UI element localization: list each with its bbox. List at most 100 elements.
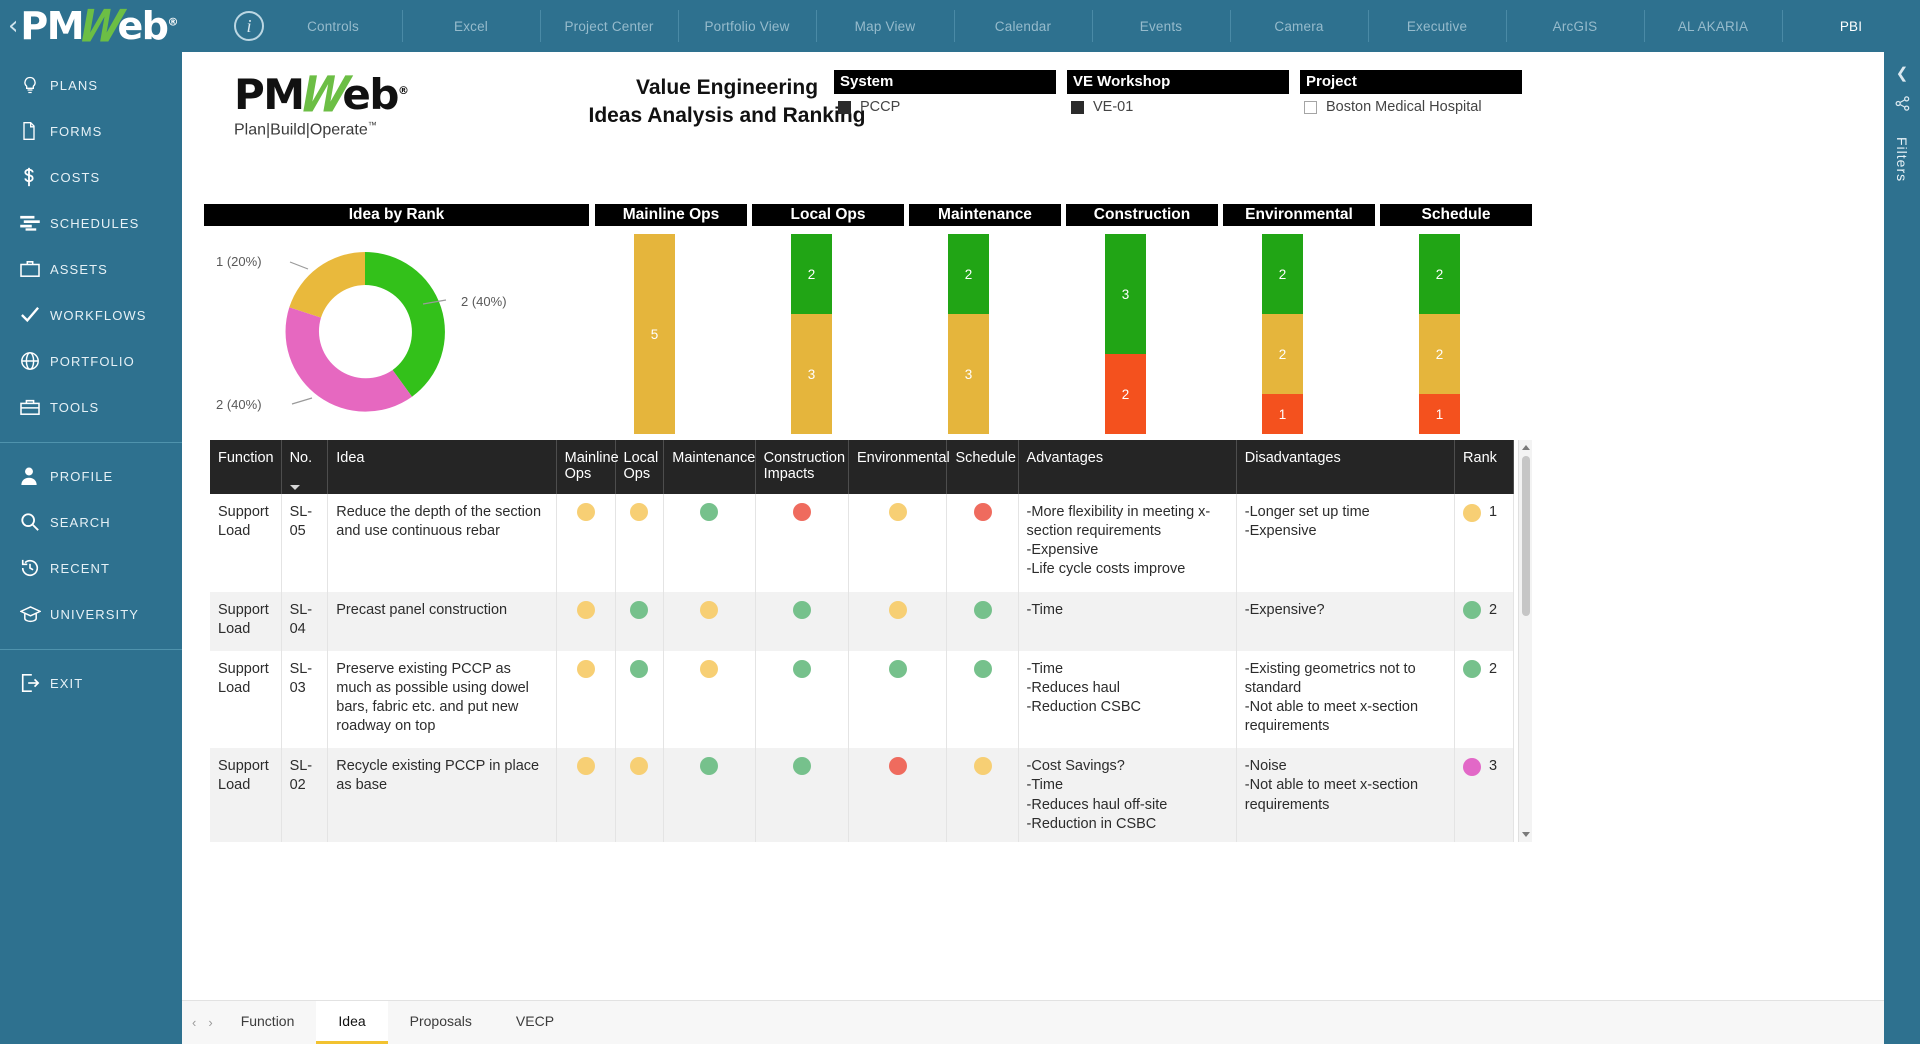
status-dot-yellow	[630, 503, 649, 521]
nav-tab-events[interactable]: Events	[1092, 0, 1230, 52]
sidebar-item-plans[interactable]: PLANS	[0, 62, 182, 108]
bar-segment-value: 3	[1121, 286, 1130, 302]
sidebar-item-tools[interactable]: TOOLS	[0, 384, 182, 430]
sidebar-item-costs[interactable]: COSTS	[0, 154, 182, 200]
share-icon[interactable]	[1895, 96, 1910, 115]
info-icon[interactable]: i	[234, 11, 264, 41]
cell-disadvantages: -Noise -Not able to meet x-section requi…	[1236, 748, 1456, 842]
col-header-advantages[interactable]: Advantages	[1018, 440, 1237, 494]
cell-local-ops	[615, 591, 665, 651]
table-vertical-scrollbar[interactable]	[1518, 440, 1532, 842]
col-header-disadvantages[interactable]: Disadvantages	[1236, 440, 1456, 494]
sidebar-item-profile[interactable]: PROFILE	[0, 453, 182, 499]
rank-dot	[1463, 601, 1482, 620]
sidebar-item-portfolio[interactable]: PORTFOLIO	[0, 338, 182, 384]
bar-chart-mainline-ops[interactable]: 5	[634, 234, 675, 434]
rail-collapse-icon[interactable]: ❮	[1896, 64, 1909, 82]
sidebar-item-search[interactable]: SEARCH	[0, 499, 182, 545]
nav-tab-pbi[interactable]: PBI	[1782, 0, 1920, 52]
cell-maintenance	[663, 591, 756, 651]
pmweb-logo[interactable]: PMWeb®	[20, 0, 178, 52]
col-header-environmental[interactable]: Environmental	[848, 440, 950, 494]
sidebar-item-assets[interactable]: ASSETS	[0, 246, 182, 292]
table-row[interactable]: Support Load SL-04 Precast panel constru…	[210, 591, 1514, 651]
ideas-table-scroll-area[interactable]: Function No. Idea Mainline Ops Local Ops…	[210, 440, 1532, 842]
nav-tab-project-center[interactable]: Project Center	[540, 0, 678, 52]
nav-tab-camera[interactable]: Camera	[1230, 0, 1368, 52]
nav-tab-executive[interactable]: Executive	[1368, 0, 1506, 52]
col-label: Maintenance	[672, 450, 756, 466]
donut-chart-svg	[285, 252, 447, 412]
col-header-no[interactable]: No.	[281, 440, 329, 494]
logo-registered-icon: ®	[167, 15, 178, 29]
filter-ve-workshop-option[interactable]: VE-01	[1067, 94, 1289, 115]
col-header-schedule[interactable]: Schedule	[946, 440, 1019, 494]
report-logo-post: eb	[342, 70, 399, 119]
scroll-down-arrow-icon[interactable]	[1522, 832, 1530, 837]
status-dot-green	[630, 600, 649, 619]
nav-tab-al-akaria[interactable]: AL AKARIA	[1644, 0, 1782, 52]
col-header-construction-impacts[interactable]: Construction Impacts	[755, 440, 850, 494]
filter-project-option[interactable]: Boston Medical Hospital	[1300, 94, 1522, 115]
page-tab-function[interactable]: Function	[219, 1001, 317, 1044]
bar-chart-maintenance[interactable]: 2 3	[948, 234, 989, 434]
sidebar-divider-2	[0, 649, 182, 650]
sidebar-item-exit[interactable]: EXIT	[0, 660, 182, 706]
filters-panel-label[interactable]: Filters	[1894, 137, 1910, 182]
bar-chart-local-ops[interactable]: 2 3	[791, 234, 832, 434]
col-header-maintenance[interactable]: Maintenance	[663, 440, 756, 494]
nav-tab-controls[interactable]: Controls	[264, 0, 402, 52]
sidebar-item-university[interactable]: UNIVERSITY	[0, 591, 182, 637]
page-tab-idea[interactable]: Idea	[316, 1001, 388, 1044]
checkbox-boston-medical-hospital[interactable]	[1304, 100, 1317, 114]
cell-function: Support Load	[210, 591, 282, 651]
bar-segment-yellow: 3	[791, 314, 832, 434]
bar-segment-value: 2	[1121, 386, 1130, 402]
cell-disadvantages: -Existing geometrics not to standard -No…	[1236, 650, 1456, 749]
col-header-mainline-ops[interactable]: Mainline Ops	[556, 440, 619, 494]
next-page-icon[interactable]: ›	[208, 1015, 212, 1030]
col-header-local-ops[interactable]: Local Ops	[615, 440, 665, 494]
page-tab-proposals[interactable]: Proposals	[388, 1001, 494, 1044]
table-row[interactable]: Support Load SL-05 Reduce the depth of t…	[210, 494, 1514, 592]
nav-tab-calendar[interactable]: Calendar	[954, 0, 1092, 52]
bar-chart-construction[interactable]: 3 2	[1105, 234, 1146, 434]
scroll-up-arrow-icon[interactable]	[1522, 445, 1530, 450]
sidebar-item-forms[interactable]: FORMS	[0, 108, 182, 154]
nav-tab-portfolio-view[interactable]: Portfolio View	[678, 0, 816, 52]
sidebar-item-recent[interactable]: RECENT	[0, 545, 182, 591]
page-tab-vecp[interactable]: VECP	[494, 1001, 576, 1044]
cell-mainline-ops	[556, 494, 616, 592]
report-canvas: PMWeb® Plan|Build|Operate™ Value Enginee…	[182, 52, 1884, 1044]
section-bar-label: Local Ops	[790, 206, 866, 223]
col-header-function[interactable]: Function	[210, 440, 282, 494]
donut-chart-idea-by-rank[interactable]: 2 (40%) 1 (20%) 2 (40%)	[216, 232, 690, 432]
scrollbar-thumb[interactable]	[1522, 456, 1530, 616]
section-bar-environmental: Environmental	[1223, 204, 1375, 226]
table-row[interactable]: Support Load SL-02 Recycle existing PCCP…	[210, 748, 1514, 842]
checkbox-ve-01[interactable]	[1071, 100, 1084, 114]
cell-no: SL-03	[281, 650, 329, 749]
filter-system-option[interactable]: PCCP	[834, 94, 1056, 115]
nav-tab-excel[interactable]: Excel	[402, 0, 540, 52]
previous-page-icon[interactable]: ‹	[192, 1015, 196, 1030]
bar-chart-schedule[interactable]: 2 2 1	[1419, 234, 1460, 434]
cell-construction-impacts	[755, 494, 850, 592]
sidebar-item-workflows[interactable]: WORKFLOWS	[0, 292, 182, 338]
section-bar-mainline-ops: Mainline Ops	[595, 204, 747, 226]
sort-caret-icon	[289, 485, 300, 490]
checkbox-pccp[interactable]	[838, 100, 851, 114]
col-label: Rank	[1463, 450, 1497, 466]
bar-chart-environmental[interactable]: 2 2 1	[1262, 234, 1303, 434]
nav-tab-map-view[interactable]: Map View	[816, 0, 954, 52]
sidebar-item-schedules[interactable]: SCHEDULES	[0, 200, 182, 246]
left-sidebar: PLANS FORMS COSTS SCHEDULES ASSETS WORKF…	[0, 52, 182, 1044]
col-header-rank[interactable]: Rank	[1454, 440, 1514, 494]
nav-tab-arcgis[interactable]: ArcGIS	[1506, 0, 1644, 52]
table-row[interactable]: Support Load SL-03 Preserve existing PCC…	[210, 650, 1514, 749]
sidebar-item-label: EXIT	[50, 675, 84, 691]
sidebar-item-label: TOOLS	[50, 399, 100, 415]
sidebar-collapse-icon[interactable]: ‹	[8, 13, 18, 39]
status-dot-green	[792, 600, 811, 619]
col-header-idea[interactable]: Idea	[327, 440, 557, 494]
